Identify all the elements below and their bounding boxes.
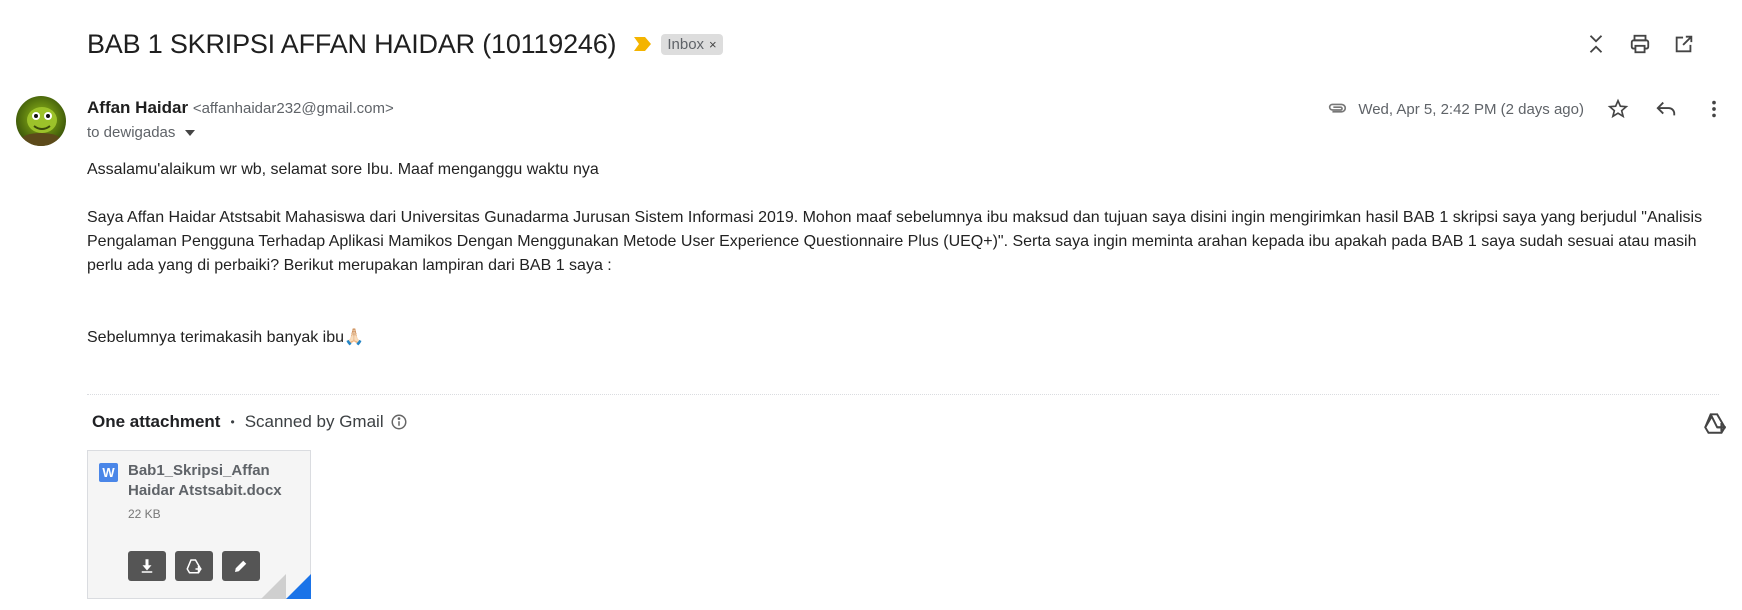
- collapse-icon[interactable]: [1582, 30, 1610, 58]
- attachment-size: 22 KB: [128, 507, 161, 521]
- attachment-count: One attachment: [92, 412, 221, 431]
- attachment-card[interactable]: W Bab1_Skripsi_Affan Haidar Atstsabit.do…: [87, 450, 311, 599]
- body-paragraph: Saya Affan Haidar Atstsabit Mahasiswa da…: [87, 209, 1703, 274]
- attachment-header: One attachment • Scanned by Gmail: [92, 412, 408, 432]
- scan-note: Scanned by Gmail: [244, 412, 384, 431]
- sender-name[interactable]: Affan Haidar: [87, 98, 188, 117]
- body-closing: Sebelumnya terimakasih banyak ibu🙏🏻: [87, 329, 364, 346]
- message-meta: Wed, Apr 5, 2:42 PM (2 days ago): [1326, 96, 1728, 122]
- message-body: Assalamu'alaikum wr wb, selamat sore Ibu…: [87, 158, 1722, 350]
- sender-email: <affanhaidar232@gmail.com>: [192, 100, 394, 117]
- thread-actions: [1582, 30, 1742, 58]
- label-text: Inbox: [667, 35, 705, 53]
- word-file-icon: W: [99, 463, 118, 482]
- info-icon[interactable]: [390, 413, 408, 431]
- reply-icon[interactable]: [1652, 95, 1680, 123]
- card-corner-shadow: [261, 574, 286, 599]
- add-to-drive-icon[interactable]: [1702, 410, 1728, 436]
- save-to-drive-button[interactable]: [175, 551, 213, 581]
- edit-icon: [235, 560, 247, 572]
- message-date: Wed, Apr 5, 2:42 PM (2 days ago): [1358, 100, 1584, 118]
- inbox-label-chip: Inbox ×: [661, 33, 723, 55]
- star-icon[interactable]: [1604, 95, 1632, 123]
- email-subject: BAB 1 SKRIPSI AFFAN HAIDAR (10119246): [87, 28, 617, 59]
- open-new-window-icon[interactable]: [1670, 30, 1698, 58]
- print-icon[interactable]: [1626, 30, 1654, 58]
- show-details-caret-icon[interactable]: [185, 129, 196, 136]
- edit-button[interactable]: [222, 551, 260, 581]
- subject-row: BAB 1 SKRIPSI AFFAN HAIDAR (10119246) In…: [87, 24, 723, 64]
- body-greeting: Assalamu'alaikum wr wb, selamat sore Ibu…: [87, 161, 599, 178]
- download-icon: [141, 559, 153, 573]
- importance-marker-icon[interactable]: [634, 37, 652, 51]
- sender-line: Affan Haidar <affanhaidar232@gmail.com>: [87, 98, 394, 118]
- download-button[interactable]: [128, 551, 166, 581]
- recipient-text: to dewigadas: [87, 124, 176, 141]
- recipient-line: to dewigadas: [87, 124, 196, 141]
- attachment-filename: Bab1_Skripsi_Affan Haidar Atstsabit.docx: [128, 462, 282, 499]
- more-vert-icon[interactable]: [1700, 95, 1728, 123]
- sender-avatar[interactable]: [16, 96, 66, 146]
- remove-label-button[interactable]: ×: [709, 37, 717, 52]
- separator-dot: •: [230, 415, 235, 429]
- attachment-divider: [87, 394, 1719, 395]
- add-to-drive-icon: [186, 559, 202, 574]
- paperclip-icon: [1329, 103, 1347, 113]
- card-corner-fold: [286, 574, 311, 599]
